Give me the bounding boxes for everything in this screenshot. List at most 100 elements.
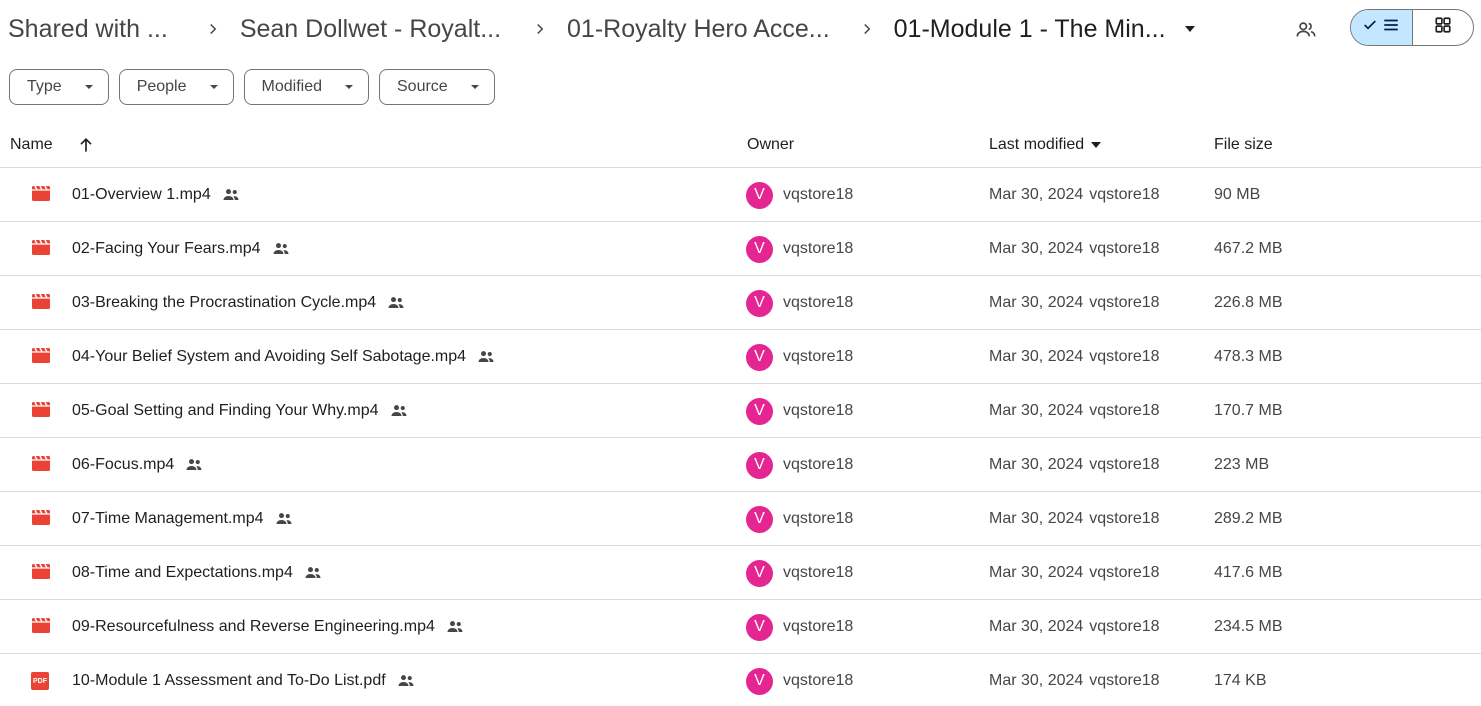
filter-type-chip[interactable]: Type xyxy=(9,69,109,105)
file-name: 10-Module 1 Assessment and To-Do List.pd… xyxy=(72,672,386,689)
grid-view-button[interactable] xyxy=(1413,10,1474,45)
video-file-icon xyxy=(31,400,51,423)
file-name: 02-Facing Your Fears.mp4 xyxy=(72,240,261,257)
shared-icon xyxy=(271,239,291,259)
owner-name: vqstore18 xyxy=(783,672,854,689)
breadcrumb-item-shared[interactable]: Shared with ... xyxy=(0,15,176,44)
breadcrumb-item-royalty[interactable]: 01-Royalty Hero Acce... xyxy=(559,15,838,44)
owner-cell: Vvqstore18 xyxy=(746,600,853,654)
modified-date: Mar 30, 2024 xyxy=(989,348,1084,365)
avatar[interactable]: V xyxy=(746,613,773,641)
column-header-modified[interactable]: Last modified xyxy=(989,122,1102,168)
modified-date: Mar 30, 2024 xyxy=(989,240,1084,257)
file-name-cell[interactable]: 05-Goal Setting and Finding Your Why.mp4 xyxy=(72,384,409,438)
table-row[interactable]: 06-Focus.mp4 Vvqstore18 Mar 30, 2024 vqstor… xyxy=(0,438,1481,492)
file-name-cell[interactable]: 04-Your Belief System and Avoiding Self … xyxy=(72,330,496,384)
avatar[interactable]: V xyxy=(746,505,773,533)
column-header-name[interactable]: Name xyxy=(10,122,53,168)
file-name: 07-Time Management.mp4 xyxy=(72,510,264,527)
list-icon xyxy=(1382,16,1400,39)
shared-icon xyxy=(476,347,496,367)
file-size: 478.3 MB xyxy=(1214,348,1283,365)
owner-name: vqstore18 xyxy=(783,240,854,257)
owner-name: vqstore18 xyxy=(783,294,854,311)
caret-down-icon xyxy=(209,82,219,92)
file-size: 234.5 MB xyxy=(1214,618,1283,635)
avatar[interactable]: V xyxy=(746,235,773,263)
filter-source-chip[interactable]: Source xyxy=(379,69,495,105)
breadcrumb-item-sean[interactable]: Sean Dollwet - Royalt... xyxy=(232,15,509,44)
modified-by: vqstore18 xyxy=(1089,672,1160,689)
modified-by: vqstore18 xyxy=(1089,564,1160,581)
sort-arrow-up-icon[interactable] xyxy=(76,122,96,168)
file-name: 06-Focus.mp4 xyxy=(72,456,175,473)
shared-people-icon[interactable] xyxy=(1292,16,1320,44)
table-row[interactable]: 03-Breaking the Procrastination Cycle.mp… xyxy=(0,276,1481,330)
breadcrumb-item-current[interactable]: 01-Module 1 - The Min... xyxy=(886,15,1174,44)
filter-people-chip[interactable]: People xyxy=(118,69,234,105)
owner-cell: Vvqstore18 xyxy=(746,438,853,492)
table-row[interactable]: PDF 10-Module 1 Assessment and To-Do List… xyxy=(0,654,1481,706)
file-name-cell[interactable]: 01-Overview 1.mp4 xyxy=(72,168,241,222)
file-type-icon xyxy=(31,438,51,492)
table-row[interactable]: 05-Goal Setting and Finding Your Why.mp4… xyxy=(0,384,1481,438)
caret-down-icon xyxy=(344,82,354,92)
file-type-icon xyxy=(31,600,51,654)
modified-date: Mar 30, 2024 xyxy=(989,618,1084,635)
owner-name: vqstore18 xyxy=(783,402,854,419)
file-name: 04-Your Belief System and Avoiding Self … xyxy=(72,348,467,365)
file-name-cell[interactable]: 02-Facing Your Fears.mp4 xyxy=(72,222,291,276)
owner-cell: Vvqstore18 xyxy=(746,222,853,276)
avatar[interactable]: V xyxy=(746,289,773,317)
avatar[interactable]: V xyxy=(746,343,773,371)
grid-icon xyxy=(1434,16,1452,39)
avatar[interactable]: V xyxy=(746,667,773,695)
file-name-cell[interactable]: 09-Resourcefulness and Reverse Engineeri… xyxy=(72,600,465,654)
filter-modified-chip[interactable]: Modified xyxy=(243,69,369,105)
modified-cell: Mar 30, 2024 vqstore18 xyxy=(989,222,1160,276)
modified-cell: Mar 30, 2024 vqstore18 xyxy=(989,276,1160,330)
avatar[interactable]: V xyxy=(746,559,773,587)
file-name: 08-Time and Expectations.mp4 xyxy=(72,564,293,581)
filter-label: Type xyxy=(27,78,62,95)
modified-date: Mar 30, 2024 xyxy=(989,186,1084,203)
file-name-cell[interactable]: 06-Focus.mp4 xyxy=(72,438,204,492)
column-header-size[interactable]: File size xyxy=(1214,122,1273,168)
list-view-button[interactable] xyxy=(1351,10,1413,45)
modified-date: Mar 30, 2024 xyxy=(989,510,1084,527)
caret-down-icon[interactable] xyxy=(1176,15,1204,43)
table-row[interactable]: 07-Time Management.mp4 Vvqstore18 Mar 30, … xyxy=(0,492,1481,546)
file-name-cell[interactable]: 03-Breaking the Procrastination Cycle.mp… xyxy=(72,276,406,330)
table-row[interactable]: 04-Your Belief System and Avoiding Self … xyxy=(0,330,1481,384)
modified-by: vqstore18 xyxy=(1089,348,1160,365)
table-row[interactable]: 01-Overview 1.mp4 Vvqstore18 Mar 30, 2024 v… xyxy=(0,168,1481,222)
filter-label: Source xyxy=(397,78,448,95)
avatar[interactable]: V xyxy=(746,397,773,425)
file-type-icon xyxy=(31,546,51,600)
shared-icon xyxy=(274,509,294,529)
modified-by: vqstore18 xyxy=(1089,240,1160,257)
owner-name: vqstore18 xyxy=(783,456,854,473)
modified-cell: Mar 30, 2024 vqstore18 xyxy=(989,546,1160,600)
table-row[interactable]: 02-Facing Your Fears.mp4 Vvqstore18 Mar 30… xyxy=(0,222,1481,276)
file-size: 289.2 MB xyxy=(1214,510,1283,527)
owner-cell: Vvqstore18 xyxy=(746,654,853,706)
file-name-cell[interactable]: 10-Module 1 Assessment and To-Do List.pd… xyxy=(72,654,416,706)
file-type-icon xyxy=(31,384,51,438)
avatar[interactable]: V xyxy=(746,181,773,209)
table-row[interactable]: 08-Time and Expectations.mp4 Vvqstore18 Ma… xyxy=(0,546,1481,600)
file-name-cell[interactable]: 08-Time and Expectations.mp4 xyxy=(72,546,323,600)
checkmark-icon xyxy=(1362,17,1378,38)
modified-date: Mar 30, 2024 xyxy=(989,672,1084,689)
video-file-icon xyxy=(31,346,51,369)
file-size: 170.7 MB xyxy=(1214,402,1283,419)
file-name-cell[interactable]: 07-Time Management.mp4 xyxy=(72,492,294,546)
table-row[interactable]: 09-Resourcefulness and Reverse Engineeri… xyxy=(0,600,1481,654)
owner-name: vqstore18 xyxy=(783,618,854,635)
owner-name: vqstore18 xyxy=(783,348,854,365)
file-name: 03-Breaking the Procrastination Cycle.mp… xyxy=(72,294,377,311)
modified-cell: Mar 30, 2024 vqstore18 xyxy=(989,384,1160,438)
avatar[interactable]: V xyxy=(746,451,773,479)
shared-icon xyxy=(184,455,204,475)
modified-by: vqstore18 xyxy=(1089,510,1160,527)
